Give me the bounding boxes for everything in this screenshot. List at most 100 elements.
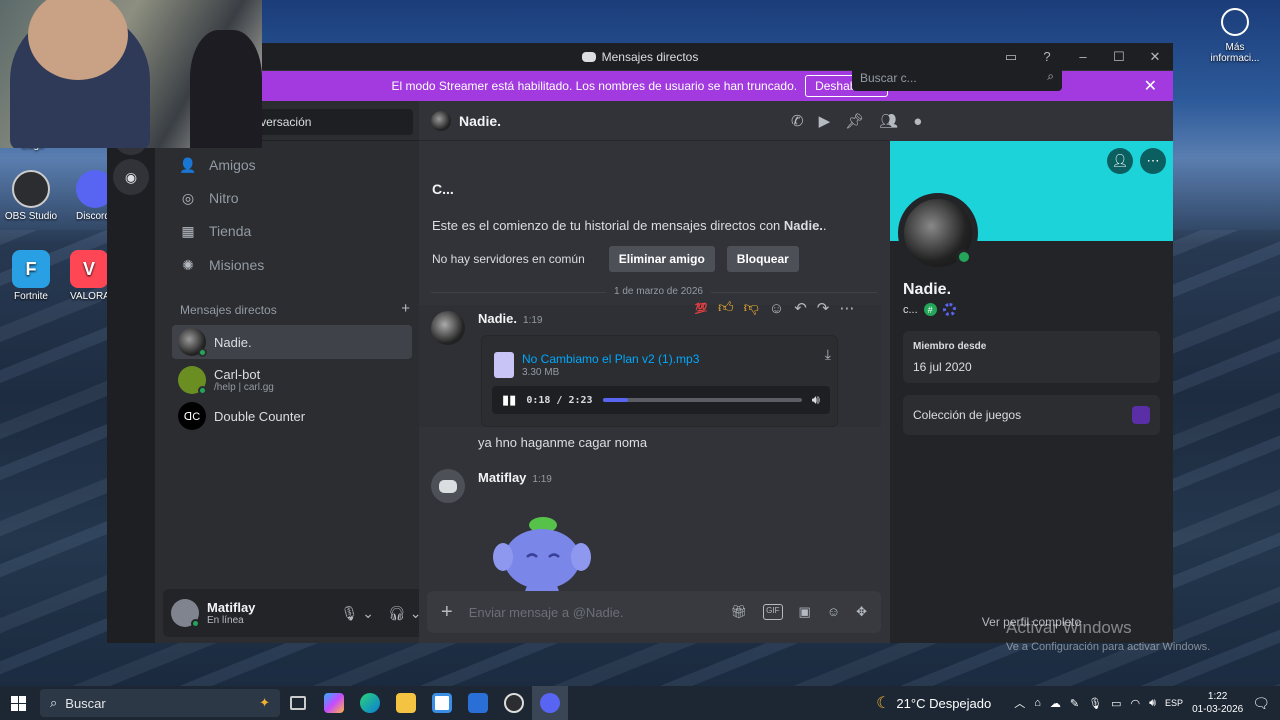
game-collection-card[interactable]: Colección de juegos [903, 395, 1160, 435]
message-item: Nadie. 1:19 💯︎ 👍︎ 👎︎ ☺ ↶ ↷ ⋯ No Cambiamo … [419, 299, 881, 450]
dm-item-nadie[interactable]: Nadie. [172, 325, 412, 359]
message-avatar[interactable] [431, 469, 465, 503]
add-friends-to-dm-icon[interactable]: 👥︎ [879, 112, 898, 130]
gif-icon[interactable]: GIF [763, 604, 783, 620]
nav-quests[interactable]: ✺ Misiones [163, 249, 413, 281]
profile-username-row: c... # [903, 303, 956, 316]
thumbs-up-reaction-icon[interactable]: 👍︎ [718, 299, 734, 317]
start-button[interactable] [0, 686, 36, 720]
close-button[interactable]: ✕ [1137, 49, 1173, 65]
chat-area: Nadie. ✆ ▶ 📌︎ 👥︎ ● C... Este es el comie… [419, 101, 922, 643]
task-view-icon[interactable] [280, 686, 316, 720]
nav-nitro[interactable]: ◎ Nitro [163, 182, 413, 214]
profile-avatar[interactable] [898, 193, 978, 273]
dm-item-carl-bot[interactable]: Carl-bot /help | carl.gg [172, 363, 412, 397]
apps-icon[interactable]: ✥ [856, 604, 867, 620]
hashtag-badge-icon: # [923, 303, 937, 316]
obs-taskbar-icon[interactable] [496, 686, 532, 720]
profile-more-icon[interactable]: ⋯ [1140, 148, 1166, 174]
language-indicator[interactable]: ESP [1165, 698, 1183, 708]
game-icon [1132, 406, 1150, 424]
desktop-icon-discord[interactable]: Discord [60, 170, 108, 222]
carl-bot-avatar [178, 366, 207, 395]
edge-icon[interactable] [352, 686, 388, 720]
attach-plus-icon[interactable]: + [441, 601, 453, 624]
message-author[interactable]: Matiflay 1:19 [478, 470, 552, 485]
mic-tray-icon[interactable]: 🎙︎ [1088, 697, 1102, 710]
search-input[interactable]: Buscar c... ⌕ [852, 65, 1062, 91]
more-options-icon[interactable]: ⋯ [839, 299, 854, 317]
weather-widget[interactable]: ☾ 21°C Despejado [876, 693, 991, 713]
pinned-messages-icon[interactable]: 📌︎ [845, 112, 864, 130]
discord-taskbar-icon[interactable] [532, 686, 568, 720]
nitro-icon: ◎ [181, 189, 195, 206]
message-avatar[interactable] [431, 311, 465, 345]
sticker-icon[interactable]: ▣ [799, 604, 811, 620]
user-panel: Matiflay En línea 🎙︎ ⌄ 🎧︎ ⌄ ⚙ [163, 589, 460, 637]
dm-item-double-counter[interactable]: ᗡC Double Counter [172, 399, 412, 433]
create-dm-icon[interactable]: + [401, 300, 410, 317]
server-bar: 116 + ◉ [107, 101, 155, 643]
nav-shop[interactable]: ▦ Tienda [163, 215, 413, 247]
chat-header-name[interactable]: Nadie. [459, 113, 501, 129]
attachment-file-size: 3.30 MB [522, 367, 560, 378]
thumbs-down-reaction-icon[interactable]: 👎︎ [744, 299, 759, 317]
audio-progress-slider[interactable] [602, 398, 802, 402]
message-author[interactable]: Nadie. 1:19 [478, 311, 542, 326]
attachment-file-name[interactable]: No Cambiamo el Plan v2 (1).mp3 [522, 352, 699, 366]
volume-icon[interactable]: 🔊︎ [1149, 697, 1156, 710]
discord-window: Mensajes directos ▭ ? – ☐ ✕ El modo Stre… [107, 43, 1173, 643]
close-banner-icon[interactable]: ✕ [1144, 76, 1157, 96]
help-icon[interactable]: ? [1029, 49, 1065, 64]
user-name: Matiflay [207, 600, 256, 615]
desktop-icon-fortnite[interactable]: F Fortnite [0, 250, 64, 302]
desktop-icon-obs[interactable]: OBS Studio [0, 170, 64, 222]
clock[interactable]: 1:22 01-03-2026 [1192, 690, 1243, 716]
avatar [178, 328, 207, 357]
maximize-button[interactable]: ☐ [1101, 49, 1137, 65]
add-friend-icon[interactable]: 👤︎ [1107, 148, 1133, 174]
headphones-icon[interactable]: 🎧︎ ⌄ [388, 605, 421, 622]
battery-icon[interactable]: ▭ [1111, 697, 1121, 710]
usb-icon[interactable]: ⌂ [1034, 697, 1041, 709]
search-icon: ⌕ [50, 695, 58, 710]
notifications-icon[interactable]: 🗨︎ [1252, 695, 1270, 712]
gift-icon[interactable]: 🎁︎ [731, 604, 748, 620]
nav-friends[interactable]: 👤 Amigos [163, 149, 413, 181]
message-input[interactable]: Enviar mensaje a @Nadie. [469, 605, 624, 620]
file-explorer-icon[interactable] [388, 686, 424, 720]
wifi-icon[interactable]: ◠ [1131, 697, 1141, 710]
100-emoji-reaction-icon[interactable]: 💯︎ [694, 302, 708, 315]
intro-name: C... [432, 181, 454, 197]
voice-call-icon[interactable]: ✆ [791, 112, 804, 130]
mail-icon[interactable] [460, 686, 496, 720]
download-icon[interactable]: ⤓ [825, 346, 831, 363]
store-icon[interactable] [424, 686, 460, 720]
cloud-icon[interactable]: ☁ [1050, 697, 1061, 710]
volume-icon[interactable]: 🔊︎ [812, 392, 820, 408]
valorant-icon: V [70, 250, 108, 288]
no-mutual-servers: No hay servidores en común [432, 252, 585, 266]
more-info-widget[interactable]: Más informaci... [1204, 8, 1266, 64]
block-button[interactable]: Bloquear [726, 246, 799, 272]
forward-icon[interactable]: ↷ [817, 299, 830, 317]
copilot-icon[interactable] [316, 686, 352, 720]
inbox-icon[interactable]: ▭ [993, 49, 1029, 65]
video-call-icon[interactable]: ▶ [819, 112, 831, 130]
play-pause-icon[interactable]: ▮▮ [502, 392, 516, 408]
desktop-icon-valorant[interactable]: V VALORANT [60, 250, 108, 302]
taskbar-search[interactable]: ⌕ Buscar ✦ [40, 689, 280, 717]
user-avatar[interactable] [171, 599, 200, 628]
add-reaction-icon[interactable]: ☺ [769, 300, 784, 317]
reply-icon[interactable]: ↶ [794, 299, 807, 317]
show-hidden-icons[interactable]: ︿ [1014, 695, 1025, 711]
minimize-button[interactable]: – [1065, 49, 1101, 64]
discover-icon[interactable]: ◉ [113, 159, 149, 195]
remove-friend-button[interactable]: Eliminar amigo [608, 246, 715, 272]
emoji-icon[interactable]: ☺ [827, 604, 840, 620]
pen-icon[interactable]: ✎ [1070, 697, 1079, 710]
microphone-icon[interactable]: 🎙︎ ⌄ [341, 605, 374, 622]
user-profile-toggle-icon[interactable]: ● [913, 113, 922, 130]
quests-icon: ✺ [182, 256, 194, 273]
audio-progress-fill [602, 398, 629, 402]
